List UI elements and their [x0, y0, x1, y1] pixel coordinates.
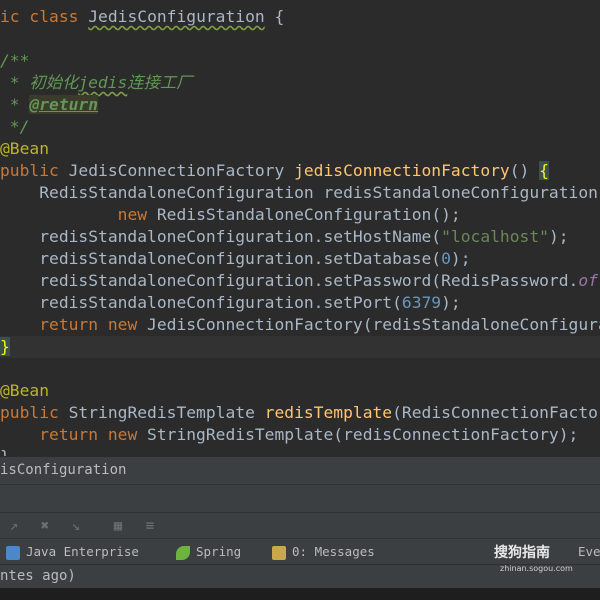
code-token: JedisConfiguration: [88, 7, 265, 26]
code-token: );: [450, 249, 471, 268]
code-token: return new: [39, 315, 148, 334]
code-line[interactable]: * @return: [0, 94, 600, 116]
code-token: */: [0, 117, 30, 136]
code-token: new: [117, 205, 157, 224]
java-enterprise-icon: [6, 545, 20, 560]
status-text: ntes ago): [0, 568, 76, 584]
code-line[interactable]: redisStandaloneConfiguration.setPort(637…: [0, 292, 600, 314]
code-token: public: [0, 403, 69, 422]
code-token: }: [0, 337, 10, 356]
code-token: redisStandaloneConfiguration.setHostName…: [0, 227, 442, 246]
code-token: ic: [0, 7, 30, 26]
code-token: 0: [441, 249, 451, 268]
code-token: {: [539, 161, 549, 180]
breadcrumb[interactable]: isConfiguration: [0, 456, 600, 484]
sort-icon[interactable]: ↘: [68, 518, 84, 534]
tab-messages[interactable]: 0: Messages: [272, 539, 375, 565]
code-token: of: [578, 271, 598, 290]
code-token: );: [548, 227, 569, 246]
code-token: "localhost": [441, 227, 549, 246]
code-token: );: [441, 293, 461, 312]
code-token: jedisConnectionFactory: [294, 161, 510, 180]
code-token: RedisStandaloneConfiguration();: [156, 205, 461, 224]
code-token: redisStandaloneConfiguration.setPassword…: [0, 271, 579, 290]
code-token: JedisConnectionFactory: [68, 161, 295, 180]
code-line[interactable]: [0, 358, 600, 380]
code-token: RedisStandaloneConfiguration redisStanda…: [0, 183, 600, 202]
breadcrumb-class-name[interactable]: isConfiguration: [0, 462, 126, 478]
tab-spring[interactable]: Spring: [176, 539, 241, 565]
code-token: class: [29, 7, 89, 26]
tool-window-toolbar: ↗ ✖ ↘ ▦ ≡: [0, 512, 600, 539]
code-token: public: [0, 161, 69, 180]
code-token: return new: [39, 425, 148, 444]
code-line[interactable]: [0, 28, 600, 50]
code-token: redisStandaloneConfiguration.setPort(: [0, 293, 402, 312]
code-token: {: [264, 7, 285, 26]
code-line[interactable]: redisStandaloneConfiguration.setPassword…: [0, 270, 600, 292]
tab-label: Spring: [196, 544, 242, 559]
code-token: 连接工厂: [127, 73, 193, 92]
code-token: @return: [29, 95, 99, 114]
code-editor[interactable]: ic class JedisConfiguration {/** * 初始化je…: [0, 0, 600, 456]
code-line[interactable]: return new JedisConnectionFactory(redisS…: [0, 314, 600, 336]
code-line[interactable]: new RedisStandaloneConfiguration();: [0, 204, 600, 226]
code-token: }: [0, 447, 10, 456]
watermark-title: 搜狗指南: [494, 545, 550, 561]
sogou-watermark: 搜狗指南 zhinan.sogou.com: [494, 540, 600, 580]
filter-icon[interactable]: ✖: [37, 518, 53, 534]
code-line[interactable]: public StringRedisTemplate redisTemplate…: [0, 402, 600, 424]
code-line[interactable]: redisStandaloneConfiguration.setDatabase…: [0, 248, 600, 270]
tab-label: Java Enterprise: [26, 544, 139, 559]
tab-java-enterprise[interactable]: Java Enterprise: [6, 539, 139, 565]
export-icon[interactable]: ↗: [6, 518, 22, 534]
code-line[interactable]: }: [0, 336, 600, 358]
code-token: @Bean: [0, 139, 50, 158]
code-line[interactable]: * 初始化jedis连接工厂: [0, 72, 600, 94]
messages-icon: [272, 545, 286, 560]
code-token: redisStandaloneConfiguration.setDatabase…: [0, 249, 442, 268]
merge-icon[interactable]: ≡: [142, 518, 158, 534]
code-token: redisTemplate: [264, 403, 393, 422]
code-line[interactable]: redisStandaloneConfiguration.setHostName…: [0, 226, 600, 248]
code-token: /**: [0, 51, 30, 70]
code-token: 6379: [401, 293, 442, 312]
code-token: (RedisConnectionFactory redisConnectionF…: [392, 403, 600, 422]
code-line[interactable]: @Bean: [0, 138, 600, 160]
code-token: (): [509, 161, 540, 180]
code-line[interactable]: ic class JedisConfiguration {: [0, 6, 600, 28]
spring-leaf-icon: [176, 545, 190, 560]
code-token: StringRedisTemplate(redisConnectionFacto…: [147, 425, 579, 444]
os-taskbar: [0, 588, 600, 600]
code-token: StringRedisTemplate: [68, 403, 265, 422]
code-line[interactable]: }: [0, 446, 600, 456]
tool-window-area: [0, 484, 600, 513]
code-token: *: [0, 95, 30, 114]
tab-label: 0: Messages: [292, 544, 375, 559]
code-token: * 初始化: [0, 73, 79, 92]
code-token: JedisConnectionFactory(redisStandaloneCo…: [147, 315, 600, 334]
code-line[interactable]: /**: [0, 50, 600, 72]
watermark-url: zhinan.sogou.com: [500, 564, 573, 573]
code-token: @Bean: [0, 381, 50, 400]
code-line[interactable]: */: [0, 116, 600, 138]
code-line[interactable]: @Bean: [0, 380, 600, 402]
code-line[interactable]: public JedisConnectionFactory jedisConne…: [0, 160, 600, 182]
code-line[interactable]: return new StringRedisTemplate(redisConn…: [0, 424, 600, 446]
code-line[interactable]: RedisStandaloneConfiguration redisStanda…: [0, 182, 600, 204]
layout-icon[interactable]: ▦: [110, 518, 126, 534]
code-token: jedis: [78, 73, 128, 92]
